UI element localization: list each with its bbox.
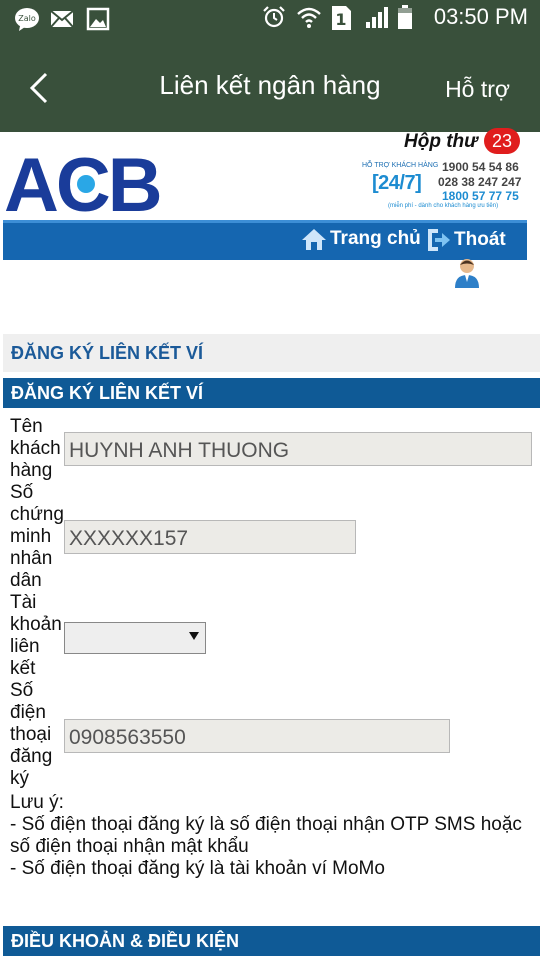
id-number-label: Số chứng minh nhân dân	[10, 482, 64, 591]
linked-account-select[interactable]	[64, 622, 206, 654]
customer-name-label: Tên khách hàng	[10, 416, 61, 481]
svg-text:Zalo: Zalo	[18, 14, 36, 23]
app-bar: Liên kết ngân hàng Hỗ trợ	[0, 38, 540, 132]
id-number-field: XXXXXX157	[64, 520, 356, 554]
logout-icon	[428, 229, 450, 251]
notes-line-1: - Số điện thoại đăng ký là số điện thoại…	[10, 814, 522, 857]
linked-account-label: Tài khoản liên kết	[10, 592, 62, 679]
dropdown-arrow-icon	[189, 632, 199, 640]
section-header-register: ĐĂNG KÝ LIÊN KẾT VÍ	[3, 378, 540, 408]
customer-name-field: HUYNH ANH THUONG	[64, 432, 532, 466]
nav-home-link[interactable]: Trang chủ	[301, 227, 421, 251]
nav-logout-label: Thoát	[454, 229, 506, 250]
svg-text:1: 1	[335, 10, 346, 29]
notes-block: Lưu ý: - Số điện thoại đăng ký là số điệ…	[10, 792, 535, 880]
support-phone-1: 1900 54 54 86	[442, 160, 519, 174]
clock-time: 03:50 PM	[433, 4, 528, 29]
notes-heading: Lưu ý:	[10, 792, 64, 813]
phone-field: 0908563550	[64, 719, 450, 753]
acb-nav-bar: Trang chủ Thoát	[3, 220, 527, 260]
section-title-register: ĐĂNG KÝ LIÊN KẾT VÍ	[11, 383, 204, 403]
support-phone-2: 028 38 247 247	[438, 175, 522, 189]
section-header-terms[interactable]: ĐIỀU KHOẢN & ĐIỀU KIỆN	[3, 926, 540, 956]
help-button[interactable]: Hỗ trợ	[445, 76, 510, 103]
gallery-icon	[86, 7, 110, 31]
notes-line-2: - Số điện thoại đăng ký là tài khoản ví …	[10, 858, 385, 879]
nav-home-label: Trang chủ	[330, 228, 421, 249]
zalo-icon: Zalo	[14, 7, 39, 31]
alarm-icon	[262, 5, 286, 29]
signal-icon	[364, 5, 388, 29]
status-bar: Zalo 1 03:50 PM	[0, 0, 540, 38]
support-247-badge: [24/7]	[372, 172, 422, 194]
support-note: (miễn phí - dành cho khách hàng ưu tiên)	[388, 203, 499, 209]
sim-icon: 1	[330, 5, 354, 30]
home-icon	[302, 229, 326, 250]
support-label: HỖ TRỢ KHÁCH HÀNG	[362, 162, 439, 169]
section-title-light: ĐĂNG KÝ LIÊN KẾT VÍ	[11, 343, 204, 363]
user-profile-icon[interactable]	[454, 258, 480, 288]
wifi-icon	[296, 5, 321, 29]
acb-logo: ACB	[4, 143, 168, 228]
support-phone-3: 1800 57 77 75	[442, 189, 519, 203]
nav-logout-link[interactable]: Thoát	[425, 227, 506, 253]
inbox-link[interactable]: Hộp thư	[404, 131, 478, 153]
mail-icon	[50, 7, 74, 31]
inbox-count-badge: 23	[484, 128, 520, 154]
support-hotline: HỖ TRỢ KHÁCH HÀNG [24/7] 1900 54 54 86 0…	[360, 160, 524, 212]
battery-icon	[397, 5, 422, 29]
section-header-light: ĐĂNG KÝ LIÊN KẾT VÍ	[3, 334, 540, 372]
section-title-terms: ĐIỀU KHOẢN & ĐIỀU KIỆN	[11, 931, 240, 951]
phone-label: Số điện thoại đăng ký	[10, 680, 53, 789]
